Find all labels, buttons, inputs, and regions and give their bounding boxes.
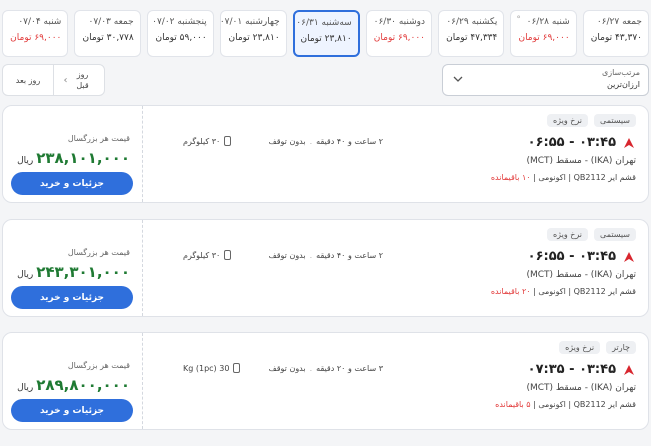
flight-card: قیمت هر بزرگسال ۲۴۳,۳۰۱,۰۰۰ریال جزئیات و…	[2, 219, 649, 317]
flight-details: چارتر نرخ ویژه ۰۳:۴۵ - ۰۷:۳۵ تهران (IKA) …	[396, 341, 636, 409]
fare-tag: سیستمی	[594, 228, 636, 241]
flight-summary: ۲ ساعت و ۴۰ دقیقه. بدون توقف ۳۰ کیلوگرم	[183, 136, 383, 146]
sort-value: ارزان‌ترین	[606, 80, 640, 89]
date-item[interactable]: یکشنبه ۰۶/۲۹ ۴۷,۳۳۴ تومان	[438, 10, 505, 57]
flight-card: قیمت هر بزرگسال ۲۸۹,۸۰۰,۰۰۰ریال جزئیات و…	[2, 332, 649, 430]
fare-tag: نرخ ویژه	[546, 114, 589, 127]
price-panel: قیمت هر بزرگسال ۲۸۹,۸۰۰,۰۰۰ریال جزئیات و…	[3, 333, 143, 429]
airline-logo-icon	[624, 137, 634, 148]
price-amount: ۲۴۳,۳۰۱,۰۰۰	[36, 263, 130, 281]
flight-details: سیستمی نرخ ویژه ۰۳:۴۵ - ۰۶:۵۵ تهران (IKA)…	[396, 114, 636, 182]
date-item[interactable]: پنجشنبه ۰۷/۰۲ ۵۹,۰۰۰ تومان	[146, 10, 214, 57]
date-label: جمعه ۰۶/۲۷	[596, 17, 642, 27]
day-navigation: روز قبل › روز بعد	[2, 64, 105, 96]
fare-tag: نرخ ویژه	[559, 341, 601, 354]
flight-card: قیمت هر بزرگسال ۲۳۸,۱۰۱,۰۰۰ریال جزئیات و…	[2, 105, 649, 203]
date-price: ۳۰,۷۷۸ تومان	[82, 33, 134, 43]
flight-info: قشم ایر QB2112 | اکونومی | ۱۰ باقیمانده	[490, 173, 636, 182]
fare-tag: چارتر	[606, 341, 636, 354]
baggage-allowance: ۳۰ کیلوگرم	[183, 250, 221, 260]
price-amount: ۲۳۸,۱۰۱,۰۰۰	[36, 149, 130, 167]
price-currency: ریال	[17, 156, 34, 166]
date-label: پنجشنبه ۰۷/۰۲	[152, 17, 207, 27]
price-amount: ۲۸۹,۸۰۰,۰۰۰	[36, 376, 130, 394]
flight-duration: ۲ ساعت و ۴۰ دقیقه	[316, 136, 383, 146]
prev-day-label: روز قبل	[76, 70, 89, 90]
flight-times: ۰۳:۴۵ - ۰۶:۵۵	[527, 249, 616, 264]
date-label: سه‌شنبه ۰۶/۳۱	[296, 18, 352, 28]
date-item[interactable]: دوشنبه ۰۶/۳۰ ۶۹,۰۰۰ تومان	[365, 10, 433, 57]
date-label: شنبه ۰۶/۲۸	[526, 17, 570, 27]
sort-label: مرتب‌سازی	[601, 68, 640, 77]
baggage-icon	[224, 250, 232, 260]
flight-times: ۰۳:۴۵ - ۰۷:۳۵	[527, 362, 616, 377]
chevron-down-icon	[453, 76, 463, 82]
baggage-allowance: 30 Kg (1pc)	[183, 363, 230, 373]
date-label: یکشنبه ۰۶/۲۹	[446, 17, 498, 27]
date-label: شنبه ۰۷/۰۴	[18, 17, 62, 27]
flight-summary: ۲ ساعت و ۴۰ دقیقه. بدون توقف ۳۰ کیلوگرم	[183, 250, 383, 260]
next-day-button[interactable]: روز بعد	[3, 65, 54, 95]
details-and-buy-button[interactable]: جزئیات و خرید	[11, 286, 133, 309]
date-item[interactable]: چهارشنبه ۰۷/۰۱ ۲۳,۸۱۰ تومان	[219, 10, 287, 57]
flight-stops: بدون توقف	[268, 363, 306, 373]
baggage-icon	[233, 363, 241, 373]
date-price: ۲۳,۸۱۰ تومان	[300, 34, 352, 44]
price-row: ۲۳۸,۱۰۱,۰۰۰ریال	[17, 148, 130, 167]
date-price: ۲۳,۸۱۰ تومان	[228, 33, 280, 43]
flight-summary: ۳ ساعت و ۲۰ دقیقه. بدون توقف 30 Kg (1pc)	[183, 363, 383, 373]
flight-route: تهران (IKA) - مسقط (MCT)	[526, 156, 636, 166]
flight-stops: بدون توقف	[268, 136, 306, 146]
details-and-buy-button[interactable]: جزئیات و خرید	[11, 172, 133, 195]
date-label: دوشنبه ۰۶/۳۰	[373, 17, 426, 27]
airline-logo-icon	[624, 364, 634, 375]
date-strip: جمعه ۰۶/۲۷ ۴۳,۳۷۰ تومان شنبه ۰۶/۲۸ ۶۹,۰۰۰ …	[2, 10, 649, 60]
date-item[interactable]: جمعه ۰۶/۲۷ ۴۳,۳۷۰ تومان	[582, 10, 649, 57]
chevron-right-icon: ›	[63, 74, 68, 86]
flight-info: قشم ایر QB2112 | اکونومی | ۲۰ باقیمانده	[490, 287, 636, 296]
date-price: ۵۹,۰۰۰ تومان	[155, 33, 207, 43]
date-price: ۴۳,۳۷۰ تومان	[590, 33, 642, 43]
flight-duration: ۲ ساعت و ۴۰ دقیقه	[316, 250, 383, 260]
price-currency: ریال	[17, 383, 34, 393]
date-mark: °	[516, 15, 521, 25]
airline-logo-icon	[624, 251, 634, 262]
baggage-icon	[224, 136, 232, 146]
date-item[interactable]: شنبه ۰۷/۰۴ ۶۹,۰۰۰ تومان	[2, 10, 69, 57]
date-item-selected[interactable]: سه‌شنبه ۰۶/۳۱ ۲۳,۸۱۰ تومان	[292, 10, 360, 57]
prev-day-button[interactable]: روز قبل ›	[54, 65, 104, 95]
price-row: ۲۴۳,۳۰۱,۰۰۰ریال	[17, 262, 130, 281]
date-price: ۴۷,۳۳۴ تومان	[446, 33, 498, 43]
date-price: ۶۹,۰۰۰ تومان	[518, 33, 570, 43]
seats-left: ۵ باقیمانده	[495, 400, 531, 409]
flight-details: سیستمی نرخ ویژه ۰۳:۴۵ - ۰۶:۵۵ تهران (IKA)…	[396, 228, 636, 296]
fare-tag: سیستمی	[594, 114, 636, 127]
flight-info: قشم ایر QB2112 | اکونومی | ۵ باقیمانده	[495, 400, 636, 409]
flight-times: ۰۳:۴۵ - ۰۶:۵۵	[527, 135, 616, 150]
price-caption: قیمت هر بزرگسال	[67, 134, 130, 143]
sort-dropdown[interactable]: مرتب‌سازی ارزان‌ترین	[442, 64, 649, 96]
price-caption: قیمت هر بزرگسال	[67, 361, 130, 370]
flight-stops: بدون توقف	[268, 250, 306, 260]
date-price: ۶۹,۰۰۰ تومان	[10, 33, 62, 43]
date-price: ۶۹,۰۰۰ تومان	[373, 33, 426, 43]
date-item[interactable]: شنبه ۰۶/۲۸ ۶۹,۰۰۰ تومان °	[510, 10, 577, 57]
baggage-allowance: ۳۰ کیلوگرم	[183, 136, 221, 146]
next-day-label: روز بعد	[15, 75, 41, 85]
price-row: ۲۸۹,۸۰۰,۰۰۰ریال	[17, 375, 130, 394]
date-label: چهارشنبه ۰۷/۰۱	[219, 17, 280, 27]
details-and-buy-button[interactable]: جزئیات و خرید	[11, 399, 133, 422]
seats-left: ۱۰ باقیمانده	[490, 173, 531, 182]
price-caption: قیمت هر بزرگسال	[67, 248, 130, 257]
seats-left: ۲۰ باقیمانده	[490, 287, 531, 296]
price-currency: ریال	[17, 270, 34, 280]
flight-route: تهران (IKA) - مسقط (MCT)	[526, 270, 636, 280]
flight-duration: ۳ ساعت و ۲۰ دقیقه	[316, 363, 383, 373]
date-label: جمعه ۰۷/۰۳	[88, 17, 134, 27]
fare-tag: نرخ ویژه	[546, 228, 589, 241]
price-panel: قیمت هر بزرگسال ۲۳۸,۱۰۱,۰۰۰ریال جزئیات و…	[3, 106, 143, 202]
flight-route: تهران (IKA) - مسقط (MCT)	[526, 383, 636, 393]
price-panel: قیمت هر بزرگسال ۲۴۳,۳۰۱,۰۰۰ریال جزئیات و…	[3, 220, 143, 316]
date-item[interactable]: جمعه ۰۷/۰۳ ۳۰,۷۷۸ تومان	[74, 10, 141, 57]
